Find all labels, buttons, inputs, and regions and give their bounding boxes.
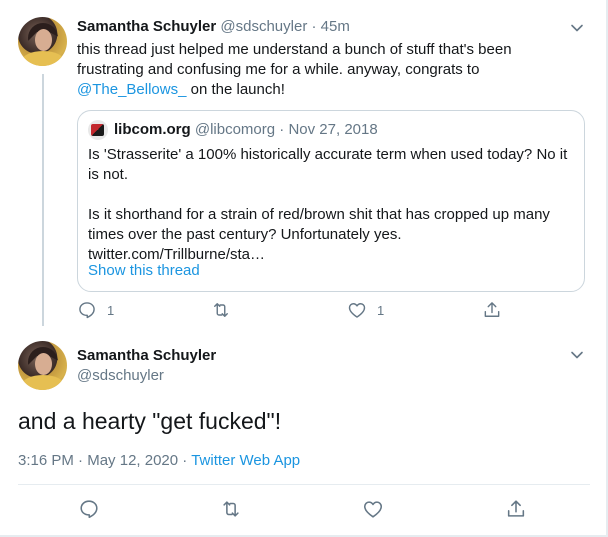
meta-separator: · xyxy=(182,452,188,469)
quoted-tweet[interactable]: libcom.org @libcomorg · Nov 27, 2018 Is … xyxy=(77,110,585,292)
tweet-text: this thread just helped me understand a … xyxy=(77,40,577,100)
handle[interactable]: @sdschuyler xyxy=(220,18,307,35)
like-button[interactable] xyxy=(362,498,384,520)
like-count: 1 xyxy=(377,302,385,318)
tweet-text-tail: on the launch! xyxy=(186,81,285,98)
retweet-icon xyxy=(219,498,243,520)
quoted-link: twitter.com/Trillburne/sta… xyxy=(88,246,265,263)
quoted-paragraph: Is 'Strasserite' a 100% historically acc… xyxy=(88,146,568,183)
display-name[interactable]: Samantha Schuyler xyxy=(77,18,216,35)
reply-icon xyxy=(78,498,100,520)
source-app-link[interactable]: Twitter Web App xyxy=(191,452,300,469)
like-button[interactable]: 1 xyxy=(347,300,384,320)
divider xyxy=(18,484,590,485)
avatar[interactable] xyxy=(18,17,67,66)
reply-icon xyxy=(77,300,97,320)
mention-link[interactable]: @The_Bellows_ xyxy=(77,81,186,98)
meta-separator: · xyxy=(279,121,285,138)
tweet-text: and a hearty "get fucked"! xyxy=(18,408,282,434)
tweet-text-body: this thread just helped me understand a … xyxy=(77,41,512,78)
tweet-header: Samantha Schuyler @sdschuyler · 45m xyxy=(77,17,350,37)
avatar[interactable] xyxy=(18,341,67,390)
meta-separator: · xyxy=(311,18,317,35)
chevron-down-icon[interactable] xyxy=(570,21,584,35)
reply-button[interactable]: 1 xyxy=(77,300,114,320)
quoted-tweet-text: Is 'Strasserite' a 100% historically acc… xyxy=(88,145,576,265)
handle[interactable]: @sdschuyler xyxy=(77,366,164,386)
reply-count: 1 xyxy=(107,302,115,318)
quoted-avatar xyxy=(88,120,108,140)
quoted-display-name: libcom.org xyxy=(114,121,191,138)
display-name[interactable]: Samantha Schuyler xyxy=(77,346,216,366)
tweet-time[interactable]: 3:16 PM xyxy=(18,452,74,469)
share-button[interactable] xyxy=(505,498,527,520)
tweet-date[interactable]: May 12, 2020 xyxy=(87,452,178,469)
timestamp[interactable]: 45m xyxy=(321,18,350,35)
reply-button[interactable] xyxy=(78,498,100,520)
thread-connector-line xyxy=(42,74,44,326)
quoted-date: Nov 27, 2018 xyxy=(288,121,378,138)
quoted-tweet-header: libcom.org @libcomorg · Nov 27, 2018 xyxy=(88,120,378,140)
tweet-actions: 1 1 xyxy=(77,300,507,324)
share-icon xyxy=(505,498,527,520)
like-icon xyxy=(362,498,384,520)
quoted-paragraph: Is it shorthand for a strain of red/brow… xyxy=(88,206,550,263)
retweet-button[interactable] xyxy=(210,300,242,320)
tweet-meta: 3:16 PM · May 12, 2020 · Twitter Web App xyxy=(18,451,300,471)
share-button[interactable] xyxy=(482,300,502,320)
retweet-icon xyxy=(210,300,232,320)
tweet-actions xyxy=(78,498,538,522)
chevron-down-icon[interactable] xyxy=(570,348,584,362)
meta-separator: · xyxy=(78,452,84,469)
like-icon xyxy=(347,300,367,320)
retweet-button[interactable] xyxy=(219,498,243,520)
show-thread-link[interactable]: Show this thread xyxy=(88,262,200,279)
share-icon xyxy=(482,300,502,320)
quoted-handle: @libcomorg xyxy=(194,121,276,138)
